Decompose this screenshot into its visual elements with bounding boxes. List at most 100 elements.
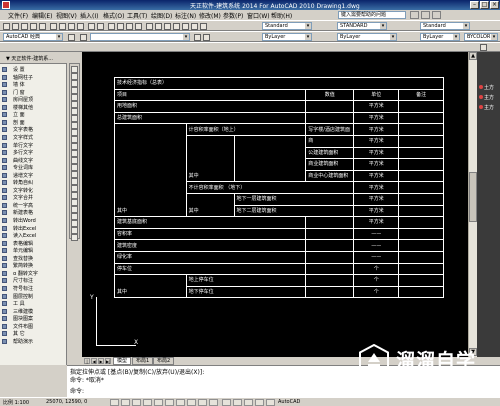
tool-palettes-icon[interactable] — [164, 23, 171, 30]
menu-edit[interactable]: 编辑(E) — [32, 11, 52, 20]
dim-style-dropdown[interactable]: STANDARD — [337, 22, 387, 30]
undo-icon[interactable] — [88, 23, 95, 30]
screen-menu-header[interactable]: ▼ 天正软件-建筑系... — [0, 55, 67, 64]
pan-status-icon[interactable] — [255, 399, 264, 406]
trim-icon[interactable] — [71, 227, 78, 234]
arc-icon[interactable] — [71, 101, 78, 108]
linetype-dropdown[interactable]: ByLayer — [337, 33, 397, 41]
last-tab-icon[interactable]: ▶| — [105, 358, 111, 364]
gradient-icon[interactable] — [71, 171, 78, 178]
match-properties-icon[interactable] — [77, 23, 84, 30]
dyn-toggle-icon[interactable] — [187, 399, 196, 406]
tab-layout2[interactable]: 布局2 — [153, 357, 175, 365]
menu-view[interactable]: 视图(V) — [56, 11, 77, 20]
menu-draw[interactable]: 绘图(D) — [151, 11, 172, 20]
design-center-icon[interactable] — [155, 23, 162, 30]
zoom-previous-icon[interactable] — [135, 23, 142, 30]
help-search-button[interactable] — [410, 11, 419, 19]
construction-line-icon[interactable] — [71, 73, 78, 80]
help-search-input[interactable]: 键入需要帮助的问题 — [338, 11, 406, 19]
next-tab-icon[interactable]: ▶ — [98, 358, 104, 364]
help-icon[interactable] — [200, 23, 207, 30]
copy-icon[interactable] — [59, 23, 66, 30]
osnap-toggle-icon[interactable] — [154, 399, 163, 406]
polygon-icon[interactable] — [71, 87, 78, 94]
rectangle-icon[interactable] — [71, 94, 78, 101]
favorites-button[interactable] — [432, 11, 441, 19]
sheet-set-icon[interactable] — [173, 23, 180, 30]
revision-cloud-icon[interactable] — [71, 115, 78, 122]
qp-toggle-icon[interactable] — [209, 399, 218, 406]
right-panel-item[interactable]: 主方 — [479, 104, 494, 111]
table-icon[interactable] — [71, 185, 78, 192]
right-panel-item[interactable]: 土方 — [479, 84, 494, 91]
menu-format[interactable]: 格式(O) — [103, 11, 124, 20]
stretch-icon[interactable] — [71, 220, 78, 227]
quick-view-layouts-icon[interactable] — [233, 399, 242, 406]
cut-icon[interactable] — [50, 23, 57, 30]
point-icon[interactable] — [71, 157, 78, 164]
menu-insert[interactable]: 插入(I) — [80, 11, 98, 20]
maximize-button[interactable]: □ — [480, 1, 489, 9]
extend-icon[interactable] — [71, 234, 78, 241]
close-button[interactable]: × — [490, 1, 499, 9]
hatch-icon[interactable] — [71, 164, 78, 171]
zoom-window-icon[interactable] — [126, 23, 133, 30]
add-selected-icon[interactable] — [71, 199, 78, 206]
first-tab-icon[interactable]: |◀ — [84, 358, 90, 370]
spline-icon[interactable] — [71, 122, 78, 129]
text-style-dropdown[interactable]: Standard — [262, 22, 312, 30]
zoom-status-icon[interactable] — [266, 399, 275, 406]
quick-view-drawings-icon[interactable] — [244, 399, 253, 406]
line-icon[interactable] — [71, 66, 78, 73]
open-file-icon[interactable] — [12, 23, 19, 30]
calculator-icon[interactable] — [191, 23, 198, 30]
make-block-icon[interactable] — [71, 150, 78, 157]
menu-window[interactable]: 窗口(W) — [247, 11, 270, 20]
tab-model[interactable]: 模型 — [113, 357, 132, 365]
insert-block-icon[interactable] — [71, 143, 78, 150]
polar-toggle-icon[interactable] — [143, 399, 152, 406]
ellipse-icon[interactable] — [71, 129, 78, 136]
ellipse-arc-icon[interactable] — [71, 136, 78, 143]
otrack-toggle-icon[interactable] — [165, 399, 174, 406]
region-icon[interactable] — [71, 178, 78, 185]
drawing-canvas[interactable]: 技术经济指标（总表） 项目 数值 单位 备注 用地面积 平方米 总建筑面积 平方… — [82, 52, 468, 357]
workspace-settings-icon[interactable] — [68, 34, 75, 41]
paste-icon[interactable] — [68, 23, 75, 30]
model-space-icon[interactable] — [222, 399, 231, 406]
lineweight-dropdown[interactable]: ByLayer — [420, 33, 460, 41]
properties-icon[interactable] — [146, 23, 153, 30]
vertical-scrollbar[interactable]: ▲ ▼ — [468, 52, 477, 357]
tab-layout1[interactable]: 布局1 — [132, 357, 154, 365]
scale-icon[interactable] — [71, 213, 78, 220]
scroll-thumb[interactable] — [469, 172, 477, 222]
menu-parameter[interactable]: 参数(P) — [223, 11, 243, 20]
markup-icon[interactable] — [182, 23, 189, 30]
redo-icon[interactable] — [97, 23, 104, 30]
minimize-button[interactable]: – — [470, 1, 479, 9]
zoom-realtime-icon[interactable] — [117, 23, 124, 30]
menu-help[interactable]: 帮助(H) — [271, 11, 292, 20]
rotate-icon[interactable] — [71, 206, 78, 213]
make-current-layer-icon[interactable] — [194, 34, 201, 41]
communication-center-button[interactable] — [421, 11, 430, 19]
ortho-toggle-icon[interactable] — [132, 399, 141, 406]
menu-modify[interactable]: 修改(M) — [199, 11, 221, 20]
command-prompt[interactable]: 命令: — [70, 386, 84, 395]
workspace-dropdown[interactable]: AutoCAD 经典 — [3, 33, 63, 41]
color-dropdown[interactable]: ByLayer — [262, 33, 312, 41]
new-file-icon[interactable] — [3, 23, 10, 30]
plotstyle-dropdown[interactable]: BYCOLOR — [464, 33, 498, 41]
layer-manager-icon[interactable] — [80, 34, 87, 41]
scroll-up-button[interactable]: ▲ — [469, 52, 477, 60]
menu-tools[interactable]: 工具(T) — [127, 11, 147, 20]
toolbar-option-icon[interactable] — [480, 44, 487, 51]
snap-toggle-icon[interactable] — [110, 399, 119, 406]
print-icon[interactable] — [30, 23, 37, 30]
tech-spec-table[interactable]: 技术经济指标（总表） 项目 数值 单位 备注 用地面积 平方米 总建筑面积 平方… — [113, 77, 444, 299]
ducs-toggle-icon[interactable] — [176, 399, 185, 406]
menu-file[interactable]: 文件(F) — [8, 11, 28, 20]
menu-dimension[interactable]: 标注(N) — [175, 11, 196, 20]
layer-previous-icon[interactable] — [203, 34, 210, 41]
